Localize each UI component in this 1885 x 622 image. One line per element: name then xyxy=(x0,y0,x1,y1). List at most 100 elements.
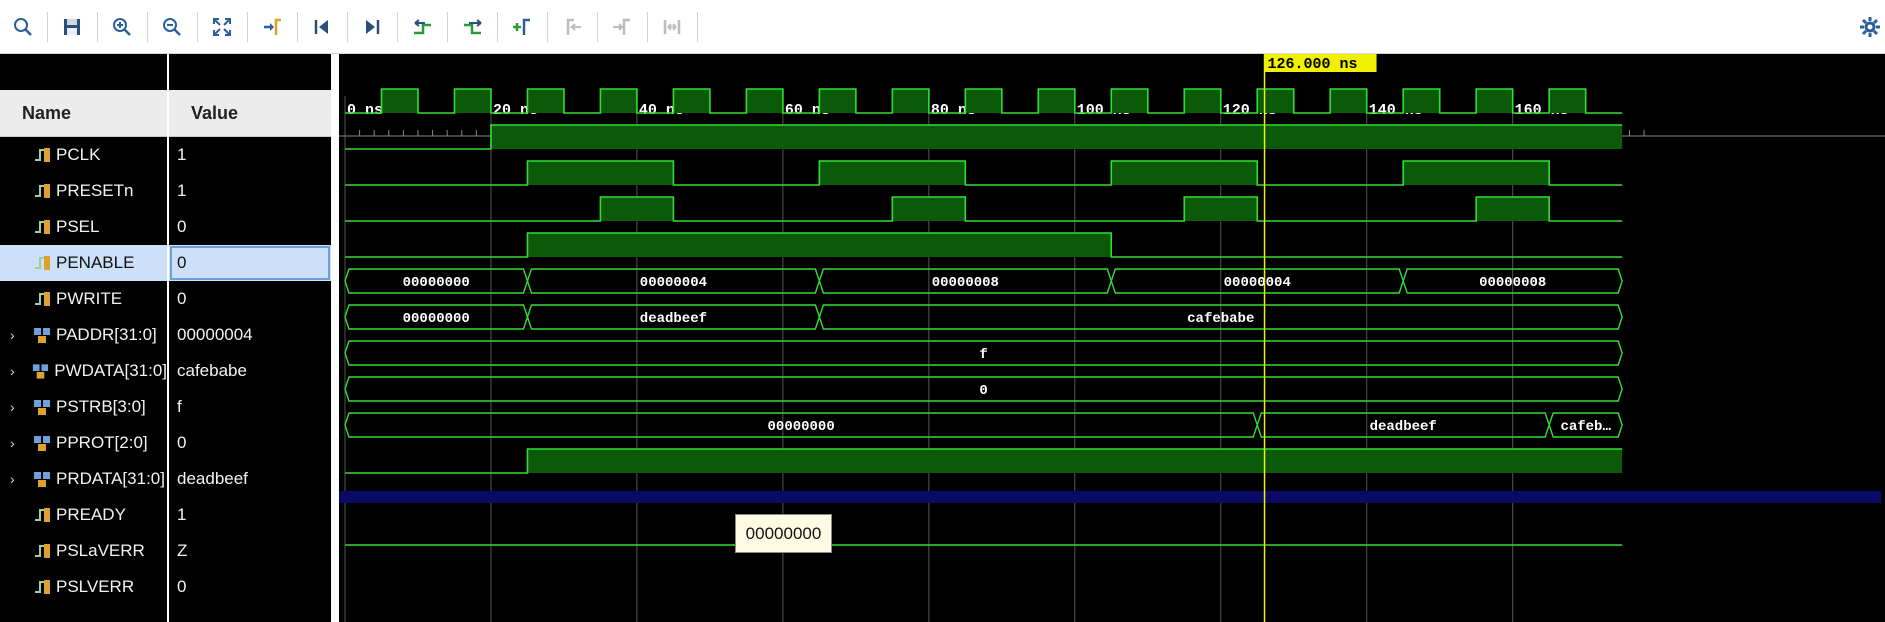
signal-name: PSEL xyxy=(56,217,100,236)
zoom-fit-button[interactable] xyxy=(207,12,237,42)
bus-value-label: 00000004 xyxy=(1224,275,1291,291)
value-row-pslaverr[interactable]: Z xyxy=(169,533,331,569)
name-column-header[interactable]: Name xyxy=(0,90,167,137)
next-transition-icon xyxy=(464,19,482,35)
toolbar-separator xyxy=(547,12,548,42)
bit-signal-icon xyxy=(35,508,50,522)
signal-row-psel[interactable]: PSEL xyxy=(0,209,167,245)
waveform-pwrite-high xyxy=(527,233,1112,257)
signal-value: 1 xyxy=(177,505,187,524)
next-marker-button[interactable] xyxy=(607,12,637,42)
toolbar-separator xyxy=(197,12,198,42)
previous-marker-button[interactable] xyxy=(557,12,587,42)
signal-name: PWRITE xyxy=(56,289,123,308)
signal-row-pwdata[interactable]: › PWDATA[31:0] xyxy=(0,353,167,389)
bus-value-label: 00000000 xyxy=(403,275,470,291)
zoom-in-button[interactable] xyxy=(107,12,137,42)
add-marker-button[interactable] xyxy=(507,12,537,42)
expand-chevron-icon[interactable]: › xyxy=(10,435,24,451)
bit-signal-icon xyxy=(35,220,50,234)
go-to-cursor-button[interactable] xyxy=(257,12,287,42)
waveform-pclk-high xyxy=(965,89,1002,113)
signal-value: cafebabe xyxy=(177,361,247,380)
signal-name: PREADY xyxy=(56,505,126,524)
value-row-pwrite[interactable]: 0 xyxy=(169,281,331,317)
waveform-psel-high xyxy=(527,161,674,185)
signal-value: 1 xyxy=(177,145,187,164)
signal-row-penable[interactable]: PENABLE xyxy=(0,245,167,281)
bus-value-label: deadbeef xyxy=(640,311,707,327)
toolbar-separator xyxy=(347,12,348,42)
waveform-pclk-high xyxy=(1403,89,1440,113)
signal-row-paddr[interactable]: › PADDR[31:0] xyxy=(0,317,167,353)
value-row-pready[interactable]: 1 xyxy=(169,497,331,533)
expand-chevron-icon[interactable]: › xyxy=(10,471,24,487)
signal-name: PSLVERR xyxy=(56,577,135,596)
save-button[interactable] xyxy=(57,12,87,42)
settings-button[interactable] xyxy=(1858,12,1882,42)
value-row-pclk[interactable]: 1 xyxy=(169,137,331,173)
signal-name: PRESETn xyxy=(56,181,134,200)
signal-row-presetn[interactable]: PRESETn xyxy=(0,173,167,209)
signal-row-pslaverr[interactable]: PSLaVERR xyxy=(0,533,167,569)
next-transition-button[interactable] xyxy=(457,12,487,42)
signal-name: PWDATA[31:0] xyxy=(54,361,167,380)
signal-name: PSLaVERR xyxy=(56,541,145,560)
previous-transition-button[interactable] xyxy=(407,12,437,42)
go-to-end-button[interactable] xyxy=(357,12,387,42)
highz-band-pslaverr xyxy=(339,491,1881,503)
signal-row-pclk[interactable]: PCLK xyxy=(0,137,167,173)
waveform-penable-high xyxy=(1476,197,1550,221)
value-column-header[interactable]: Value xyxy=(169,90,331,137)
value-row-psel[interactable]: 0 xyxy=(169,209,331,245)
value-row-presetn[interactable]: 1 xyxy=(169,173,331,209)
bus-value-label: 0 xyxy=(979,383,987,399)
waveform-pclk-high xyxy=(1184,89,1221,113)
value-row-paddr[interactable]: 00000004 xyxy=(169,317,331,353)
signal-row-pprot[interactable]: › PPROT[2:0] xyxy=(0,425,167,461)
gear-icon xyxy=(1860,17,1880,37)
time-tick-label: 0 ns xyxy=(347,102,383,119)
go-to-start-button[interactable] xyxy=(307,12,337,42)
pane-divider[interactable] xyxy=(332,54,338,622)
swap-cursors-button[interactable] xyxy=(657,12,687,42)
value-row-pstrb[interactable]: f xyxy=(169,389,331,425)
bus-value-label: 00000008 xyxy=(932,275,999,291)
signal-row-pwrite[interactable]: PWRITE xyxy=(0,281,167,317)
bus-value-label: 00000008 xyxy=(1479,275,1546,291)
waveform-pclk-high xyxy=(892,89,929,113)
value-row-prdata[interactable]: deadbeef xyxy=(169,461,331,497)
expand-chevron-icon[interactable]: › xyxy=(10,363,23,379)
expand-chevron-icon[interactable]: › xyxy=(10,327,24,343)
value-row-penable[interactable]: 0 xyxy=(169,245,331,281)
add-marker-icon xyxy=(513,18,530,35)
bus-signal-icon xyxy=(34,400,50,415)
bus-value-label: cafeb… xyxy=(1560,419,1611,435)
signal-row-pstrb[interactable]: › PSTRB[3:0] xyxy=(0,389,167,425)
cursor-time-label: 126.000 ns xyxy=(1268,56,1358,73)
waveform-canvas[interactable]: 0 ns 20 ns 40 ns 60 ns 80 ns 100 ns 120 ns 140 … xyxy=(339,54,1885,622)
swap-cursors-icon xyxy=(663,20,681,34)
signal-row-prdata[interactable]: › PRDATA[31:0] xyxy=(0,461,167,497)
toolbar-separator xyxy=(97,12,98,42)
bit-signal-icon xyxy=(35,544,50,558)
toolbar-separator xyxy=(447,12,448,42)
bit-signal-icon xyxy=(35,148,50,162)
waveform-pclk-high xyxy=(527,89,564,113)
value-row-pprot[interactable]: 0 xyxy=(169,425,331,461)
value-row-pwdata[interactable]: cafebabe xyxy=(169,353,331,389)
waveform-pclk-high xyxy=(1476,89,1513,113)
zoom-fit-icon xyxy=(213,18,231,36)
expand-chevron-icon[interactable]: › xyxy=(10,399,24,415)
signal-row-pready[interactable]: PREADY xyxy=(0,497,167,533)
zoom-out-icon xyxy=(163,18,181,36)
bus-value-label: cafebabe xyxy=(1187,311,1254,327)
search-button[interactable] xyxy=(8,12,38,42)
zoom-out-button[interactable] xyxy=(157,12,187,42)
value-row-pslverr[interactable]: 0 xyxy=(169,569,331,605)
previous-transition-icon xyxy=(414,19,431,35)
waveform-pclk-high xyxy=(381,89,418,113)
signal-value: 0 xyxy=(177,433,187,452)
signal-row-pslverr[interactable]: PSLVERR xyxy=(0,569,167,605)
tooltip-text: 00000000 xyxy=(745,523,822,543)
